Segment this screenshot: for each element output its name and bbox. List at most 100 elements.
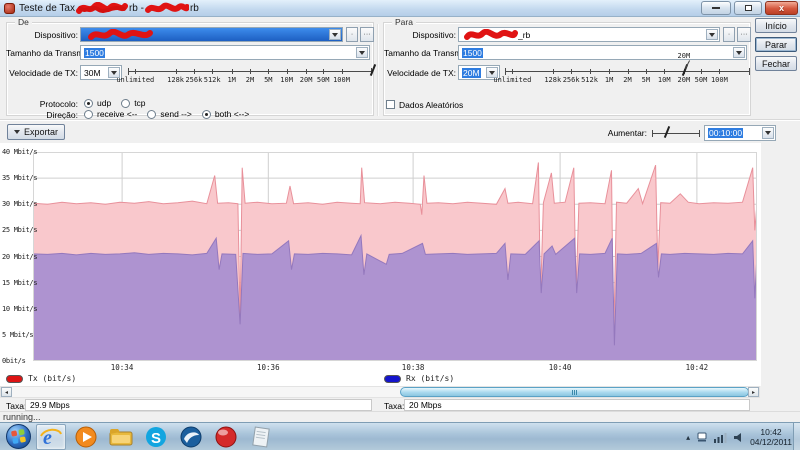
device-extra-button-to[interactable]: · [723, 27, 735, 42]
thunderbird-icon[interactable] [176, 424, 206, 450]
chevron-down-icon[interactable] [762, 127, 774, 139]
legend-swatch [6, 375, 23, 383]
slider-tick-label: 10M [658, 76, 671, 84]
stop-button[interactable]: Parar [755, 37, 797, 52]
size-combo-from[interactable]: 1500 [80, 45, 370, 60]
protocol-options: udptcp [84, 98, 156, 108]
network-signal-icon[interactable] [714, 432, 727, 443]
chevron-down-icon[interactable] [706, 29, 718, 40]
direction-option-label: both <--> [215, 109, 250, 119]
start-button[interactable]: Início [755, 18, 797, 33]
direction-option-label: send --> [160, 109, 191, 119]
txspeed-slider-from[interactable]: unlimited128k256k512k1M2M5M10M20M50M100M [128, 65, 372, 87]
show-desktop-button[interactable] [793, 423, 800, 450]
device-more-button-to[interactable]: ··· [737, 27, 751, 42]
status-bar: running... [0, 411, 800, 422]
window-titlebar[interactable]: Teste de Tax rb - rb x [0, 0, 800, 17]
redaction-scribble [76, 2, 128, 15]
notepad-icon[interactable] [246, 424, 276, 450]
slider-tick-label: 10M [280, 76, 293, 84]
media-player-icon[interactable] [71, 424, 101, 450]
direction-radio-receive[interactable] [84, 110, 93, 119]
y-tick-label: 15 Mbit/s [2, 279, 37, 287]
slider-tick [176, 69, 177, 74]
export-button-label: Exportar [24, 127, 58, 137]
slider-tick-label: 512k [204, 76, 221, 84]
x-tick-label: 10:36 [257, 363, 280, 372]
txspeed-slider-to[interactable]: unlimited128k256k512k1M2M5M10M20M50M100M… [505, 65, 750, 87]
slider-tick-label: 128k [167, 76, 184, 84]
zoom-label: Aumentar: [603, 128, 647, 138]
zoom-interval-combo[interactable]: 00:10:00 [704, 125, 776, 141]
slider-tick [571, 69, 572, 74]
action-center-icon[interactable] [696, 431, 708, 443]
close-button[interactable]: Fechar [755, 56, 797, 71]
scroll-left-icon[interactable]: ◂ [1, 387, 12, 397]
chevron-down-icon[interactable] [733, 47, 745, 58]
start-button-orb[interactable] [6, 424, 31, 449]
zoom-slider[interactable] [652, 127, 700, 141]
slider-tick-label: unlimited [493, 76, 531, 84]
x-tick-label: 10:40 [549, 363, 572, 372]
device-label-to: Dispositivo: [386, 30, 456, 40]
tray-date: 04/12/2011 [750, 437, 792, 447]
minimize-button[interactable] [701, 1, 731, 15]
x-tick-label: 10:42 [686, 363, 709, 372]
x-tick-label: 10:38 [402, 363, 425, 372]
skype-icon[interactable]: S [141, 424, 171, 450]
zoom-interval-value: 00:10:00 [708, 128, 743, 138]
export-button[interactable]: Exportar [7, 124, 65, 140]
clock[interactable]: 10:42 04/12/2011 [750, 427, 792, 447]
chevron-down-icon [14, 130, 20, 134]
slider-value-bubble: 20M [678, 52, 691, 60]
close-icon[interactable]: x [765, 1, 798, 15]
slider-tick-label: 100M [711, 76, 728, 84]
device-extra-button-from[interactable]: · [346, 27, 358, 42]
slider-tick [701, 69, 702, 74]
protocol-option-label: tcp [134, 98, 145, 108]
y-tick-label: 25 Mbit/s [2, 226, 37, 234]
legend-label: Rx (bit/s) [406, 374, 454, 383]
red-ball-app-icon[interactable] [211, 424, 241, 450]
device-more-button-from[interactable]: ··· [360, 27, 374, 42]
scrollbar-thumb[interactable] [400, 387, 749, 397]
protocol-radio-udp[interactable] [84, 99, 93, 108]
direction-radio-send[interactable] [147, 110, 156, 119]
size-combo-to[interactable]: 1500 [458, 45, 747, 60]
chart-scrollbar[interactable]: ◂ ▸ [0, 386, 760, 398]
random-data-checkbox[interactable] [386, 100, 395, 109]
chevron-down-icon[interactable] [329, 29, 341, 40]
slider-tick [250, 69, 251, 74]
legend-item: Tx (bit/s) [6, 374, 76, 383]
slider-tick [268, 69, 269, 74]
internet-explorer-icon[interactable]: e [36, 424, 66, 450]
y-tick-label: 10 Mbit/s [2, 305, 37, 313]
size-label-to: Tamanho da Transmissão: [384, 48, 456, 58]
slider-tick-label: 50M [695, 76, 708, 84]
y-tick-label: 20 Mbit/s [2, 253, 37, 261]
svg-text:S: S [151, 430, 161, 447]
chevron-down-icon[interactable] [356, 47, 368, 58]
windows-explorer-icon[interactable] [106, 424, 136, 450]
y-tick-label: 5 Mbit/s [2, 331, 33, 339]
slider-tick-label: 20M [678, 76, 691, 84]
device-combo-from[interactable] [80, 27, 343, 42]
device-value-to: _rb [518, 30, 530, 40]
size-label-from: Tamanho da Transmissão: [6, 48, 78, 58]
slider-tick-label: 20M [300, 76, 313, 84]
slider-tick [590, 69, 591, 74]
legend-item: Rx (bit/s) [384, 374, 454, 383]
direction-option-label: receive <-- [97, 109, 137, 119]
bandwidth-chart: 40 Mbit/s35 Mbit/s30 Mbit/s25 Mbit/s20 M… [0, 143, 761, 386]
direction-radio-both[interactable] [202, 110, 211, 119]
device-combo-to[interactable]: _rb [458, 27, 720, 42]
volume-icon[interactable] [733, 432, 744, 443]
slider-tick [323, 69, 324, 74]
protocol-radio-tcp[interactable] [121, 99, 130, 108]
hidden-icons-arrow[interactable]: ▴ [686, 433, 690, 442]
slider-tick [609, 69, 610, 74]
slider-tick-label: 2M [246, 76, 254, 84]
restore-button[interactable] [734, 1, 762, 15]
txspeed-label-to: Velocidade de TX: [384, 68, 456, 78]
scroll-right-icon[interactable]: ▸ [748, 387, 759, 397]
